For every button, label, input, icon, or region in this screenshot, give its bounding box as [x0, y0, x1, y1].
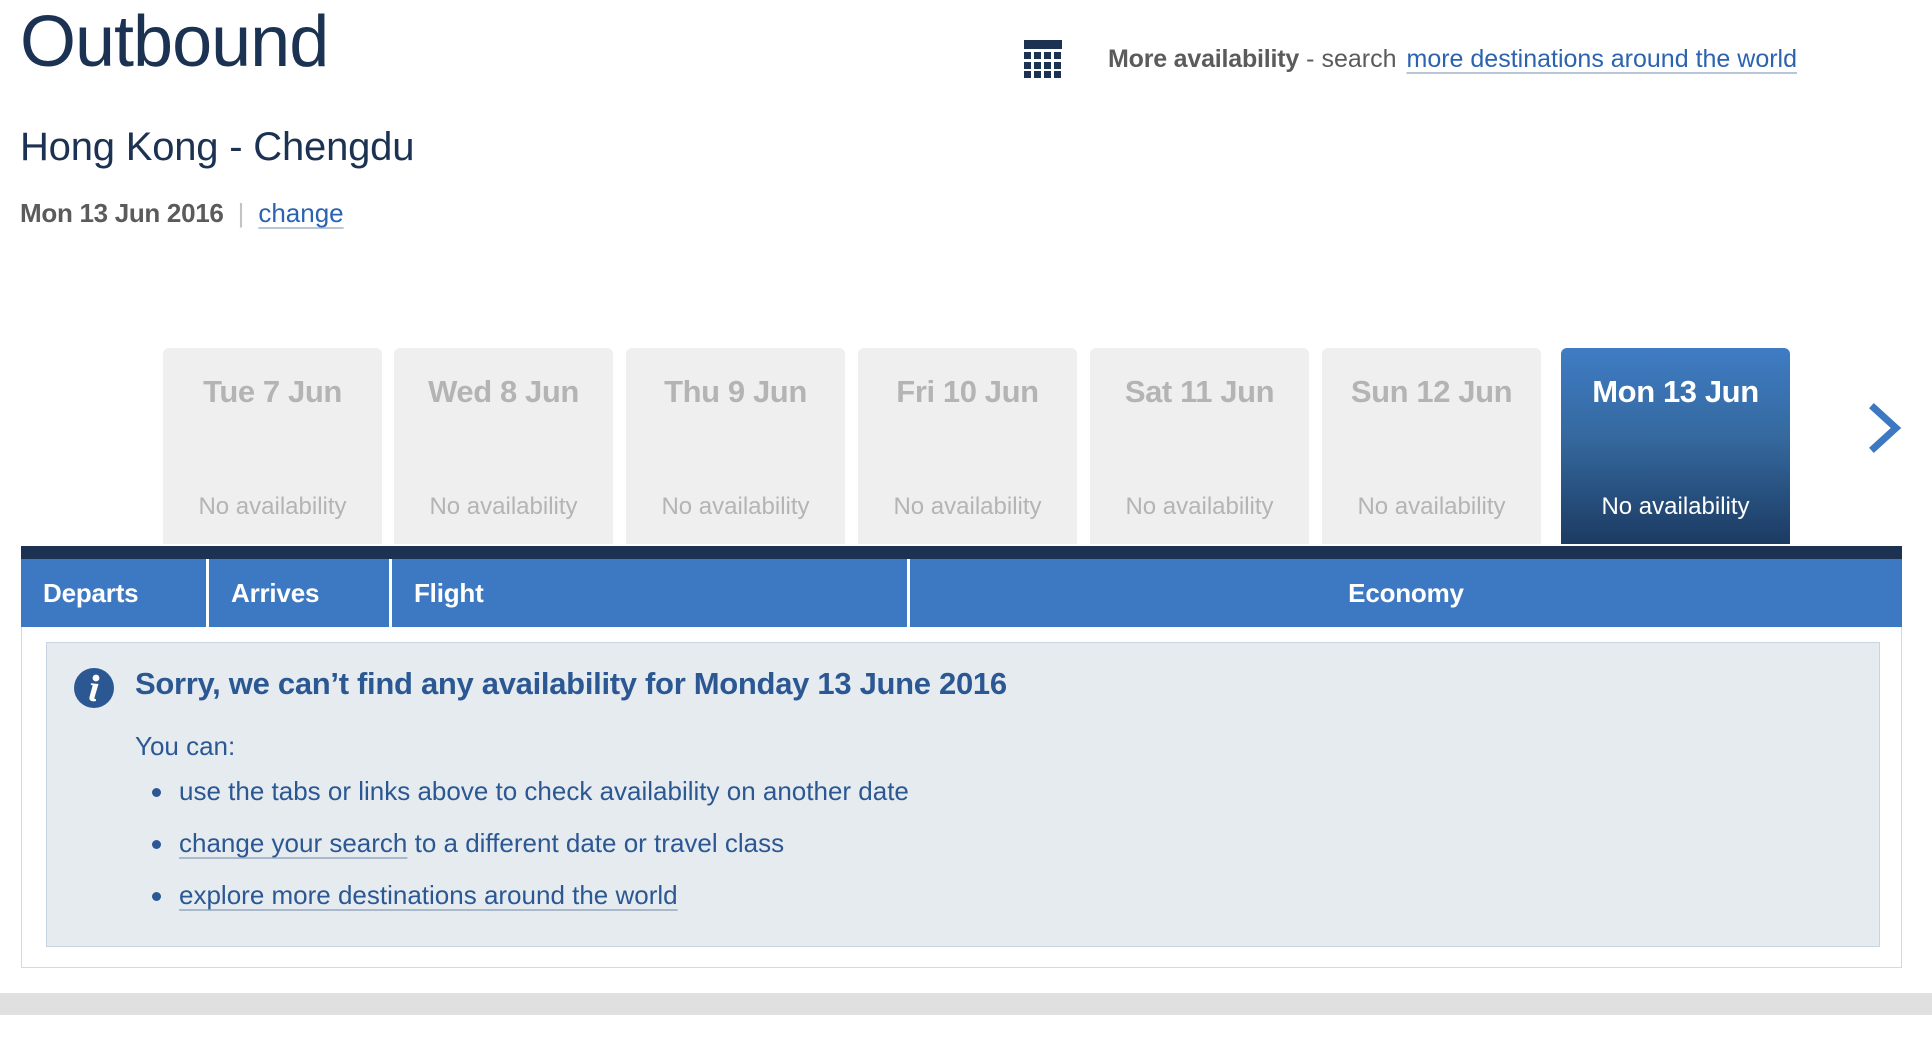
results-table-topbar	[21, 546, 1902, 559]
selected-date-line: Mon 13 Jun 2016 | change	[20, 198, 344, 229]
date-tab-status: No availability	[1125, 493, 1274, 520]
results-table: Departs Arrives Flight Economy Sorry, we…	[21, 546, 1902, 968]
date-tab-label: Sun 12 Jun	[1350, 374, 1513, 409]
no-availability-intro: You can:	[135, 731, 236, 761]
chevron-right-icon[interactable]	[1862, 398, 1908, 458]
outbound-availability-page: Outbound Hong Kong - Chengdu Mon 13 Jun …	[0, 0, 1932, 1040]
suggestion-text: to a different date or travel class	[407, 828, 785, 859]
date-tab-status: No availability	[661, 493, 810, 520]
date-tab-tue-7-jun[interactable]: Tue 7 Jun No availability	[163, 348, 382, 544]
results-table-header-row: Departs Arrives Flight Economy	[21, 559, 1902, 627]
date-tab-label: Mon 13 Jun	[1592, 374, 1759, 409]
date-tab-thu-9-jun[interactable]: Thu 9 Jun No availability	[626, 348, 845, 544]
date-tab-wed-8-jun[interactable]: Wed 8 Jun No availability	[394, 348, 613, 544]
more-availability-bar: More availability - search more destinat…	[1024, 40, 1797, 78]
date-tab-label: Thu 9 Jun	[664, 374, 807, 409]
info-circle-icon	[74, 668, 114, 708]
page-title: Outbound	[20, 2, 329, 82]
more-destinations-link[interactable]: more destinations around the world	[1407, 45, 1798, 74]
date-separator: |	[237, 198, 245, 228]
date-tab-sat-11-jun[interactable]: Sat 11 Jun No availability	[1090, 348, 1309, 544]
suggestion-text: use the tabs or links above to check ava…	[179, 776, 909, 806]
no-availability-suggestions: use the tabs or links above to check ava…	[135, 776, 1853, 912]
date-tab-label: Wed 8 Jun	[428, 374, 579, 409]
no-availability-message: Sorry, we can’t find any availability fo…	[46, 642, 1880, 947]
route-title: Hong Kong - Chengdu	[20, 125, 415, 169]
more-availability-label: More availability	[1108, 44, 1300, 73]
date-tab-status: No availability	[1357, 493, 1506, 520]
date-tab-label: Sat 11 Jun	[1124, 374, 1275, 409]
column-header-economy[interactable]: Economy	[910, 559, 1902, 627]
date-tab-sun-12-jun[interactable]: Sun 12 Jun No availability	[1322, 348, 1541, 544]
date-tab-status: No availability	[893, 493, 1042, 520]
list-item: explore more destinations around the wor…	[135, 880, 1853, 911]
calendar-grid-icon	[1024, 40, 1062, 78]
date-tab-label: Fri 10 Jun	[896, 374, 1039, 409]
list-item: use the tabs or links above to check ava…	[135, 776, 1853, 807]
change-your-search-link[interactable]: change your search	[179, 828, 407, 858]
more-availability-search-word: search	[1321, 44, 1397, 73]
date-tab-status: No availability	[198, 493, 347, 520]
list-item: change your search to a different date o…	[135, 828, 1853, 859]
date-tab-label: Tue 7 Jun	[203, 374, 342, 409]
no-availability-message-header: Sorry, we can’t find any availability fo…	[73, 665, 1853, 709]
date-tab-fri-10-jun[interactable]: Fri 10 Jun No availability	[858, 348, 1077, 544]
column-header-flight[interactable]: Flight	[392, 559, 910, 627]
date-tab-strip: Tue 7 Jun No availability Wed 8 Jun No a…	[0, 348, 1932, 548]
date-tab-mon-13-jun[interactable]: Mon 13 Jun No availability	[1561, 348, 1790, 544]
column-header-departs[interactable]: Departs	[21, 559, 209, 627]
change-date-link[interactable]: change	[258, 198, 343, 229]
column-header-arrives[interactable]: Arrives	[209, 559, 392, 627]
footer-bar	[0, 993, 1932, 1015]
date-tab-status: No availability	[429, 493, 578, 520]
explore-destinations-link[interactable]: explore more destinations around the wor…	[179, 880, 678, 910]
selected-date-label: Mon 13 Jun 2016	[20, 198, 224, 228]
more-availability-dash: -	[1306, 44, 1315, 73]
page-header: Outbound Hong Kong - Chengdu Mon 13 Jun …	[0, 0, 1932, 250]
no-availability-title: Sorry, we can’t find any availability fo…	[135, 666, 1007, 701]
date-tab-status: No availability	[1601, 493, 1750, 520]
